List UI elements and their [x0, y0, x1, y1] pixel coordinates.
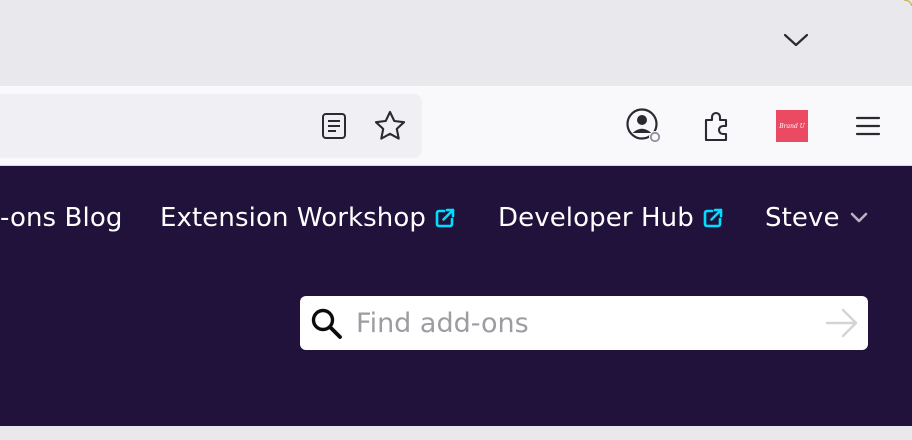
brand-u-extension-button[interactable]: Brand U: [772, 106, 812, 146]
arrow-right-icon: [825, 308, 858, 338]
extensions-button[interactable]: [697, 106, 737, 146]
chevron-down-icon: [783, 33, 809, 47]
navigation-toolbar: Brand U: [0, 86, 912, 166]
tab-strip: [0, 0, 912, 86]
bookmark-page-button[interactable]: [370, 106, 410, 146]
user-menu-label: Steve: [765, 203, 840, 233]
search-submit-button[interactable]: [822, 304, 862, 342]
brand-u-badge-text: Brand U: [779, 122, 805, 130]
nav-link-label: Extension Workshop: [160, 203, 426, 233]
page-bottom-edge: [0, 426, 912, 440]
brand-u-extension-badge: Brand U: [776, 110, 808, 142]
nav-link-add-ons-blog[interactable]: -ons Blog: [0, 198, 122, 238]
chevron-down-icon: [850, 212, 868, 224]
hamburger-menu-icon: [855, 116, 881, 136]
nav-link-label: -ons Blog: [0, 203, 123, 233]
account-button[interactable]: [624, 106, 664, 146]
search-input[interactable]: [356, 302, 796, 344]
nav-link-extension-workshop[interactable]: Extension Workshop: [160, 198, 456, 238]
account-icon: [626, 108, 661, 143]
window-corner-decoration: [904, 0, 912, 6]
search-icon: [311, 308, 342, 339]
user-menu-toggle[interactable]: Steve: [765, 198, 868, 238]
list-all-tabs-button[interactable]: [778, 24, 814, 56]
star-icon: [374, 110, 406, 140]
nav-link-developer-hub[interactable]: Developer Hub: [498, 198, 724, 238]
url-bar[interactable]: [0, 94, 422, 158]
application-menu-button[interactable]: [848, 106, 888, 146]
puzzle-piece-icon: [704, 111, 728, 142]
amo-site-header: -ons Blog Extension Workshop Developer H…: [0, 166, 912, 426]
reader-view-button[interactable]: [314, 106, 354, 146]
external-link-icon: [434, 207, 456, 229]
reader-view-icon: [322, 113, 346, 139]
external-link-icon: [702, 207, 724, 229]
nav-link-label: Developer Hub: [498, 203, 694, 233]
search-form: [300, 296, 868, 350]
